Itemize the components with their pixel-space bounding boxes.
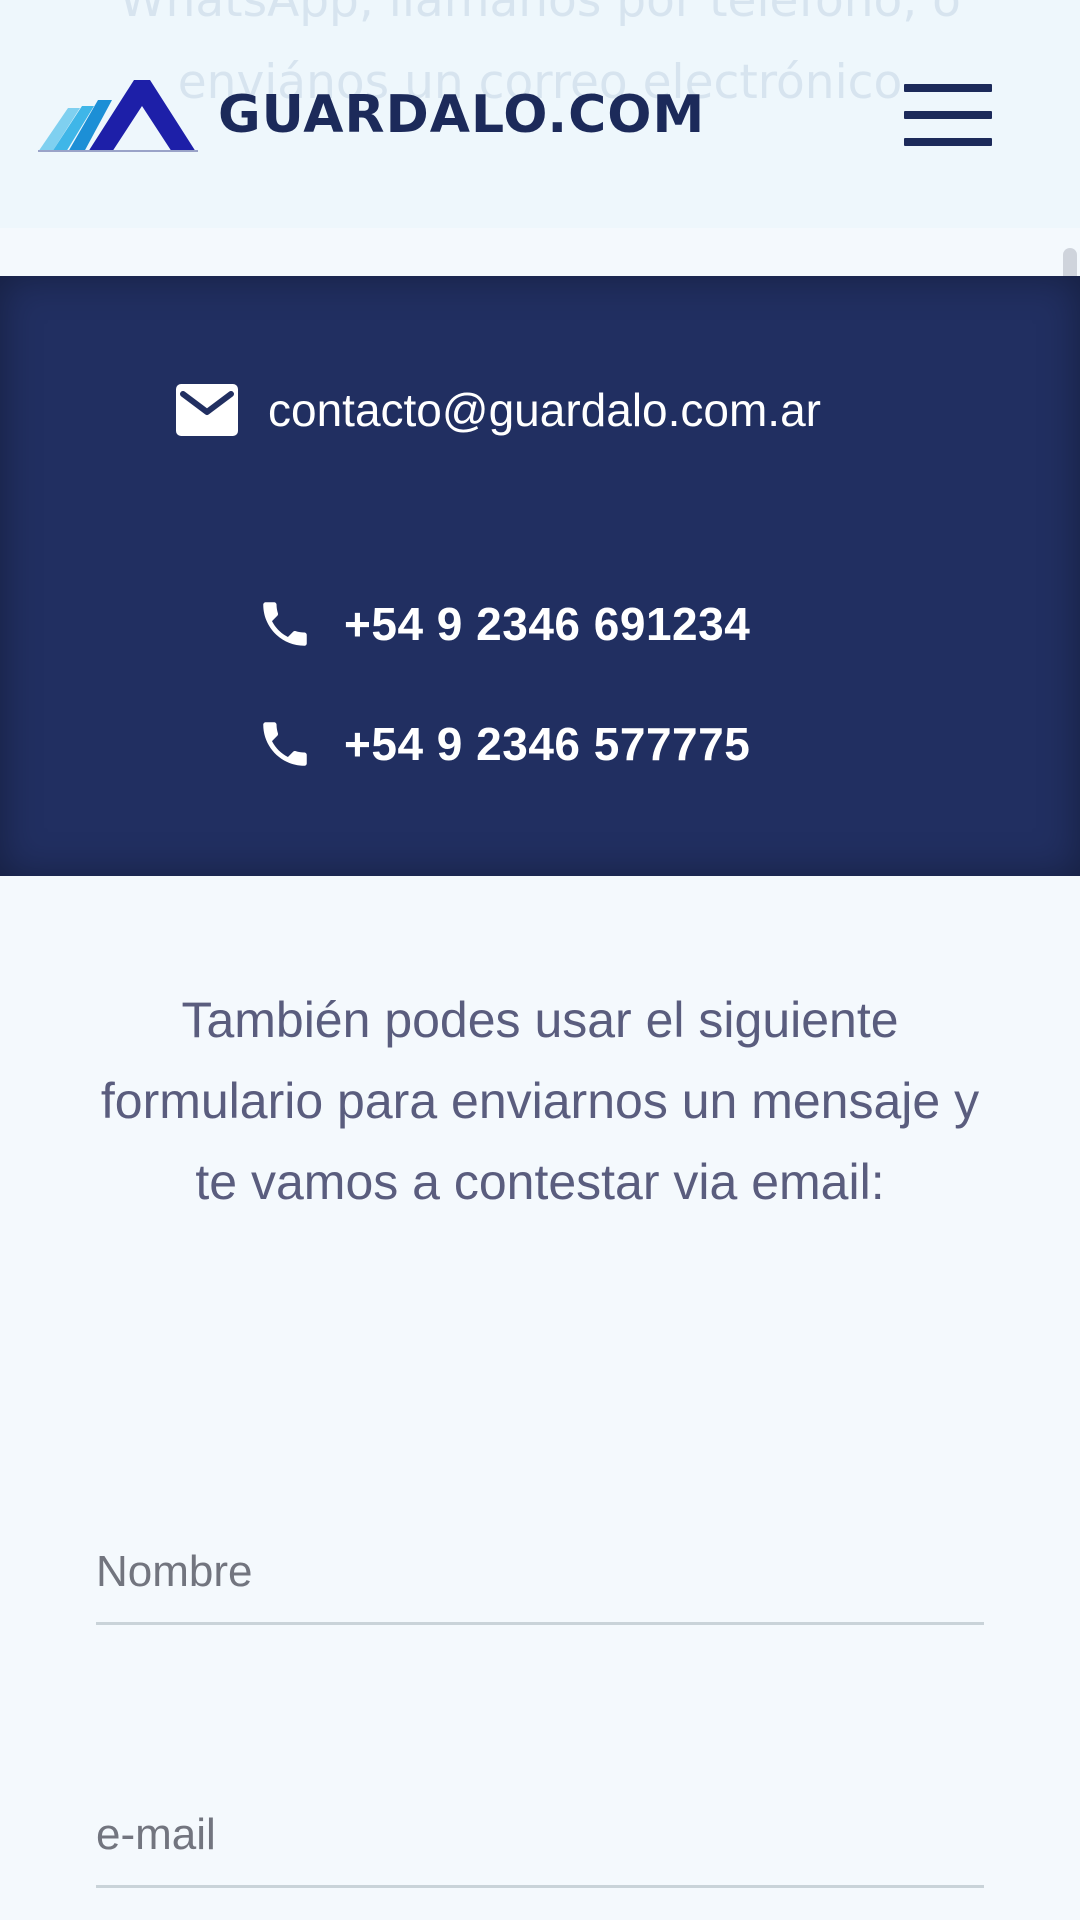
form-intro-text: También podes usar el siguiente formular… bbox=[100, 992, 980, 1210]
menu-button[interactable] bbox=[900, 80, 996, 150]
phone-number: +54 9 2346 691234 bbox=[344, 598, 751, 650]
phone-icon bbox=[263, 602, 307, 646]
contact-panel: contacto@guardalo.com.ar +54 9 2346 6912… bbox=[0, 276, 1080, 876]
hamburger-menu-icon bbox=[904, 84, 992, 92]
phone-number: +54 9 2346 577775 bbox=[344, 718, 751, 770]
email-address: contacto@guardalo.com.ar bbox=[268, 384, 821, 436]
email-field[interactable] bbox=[96, 1785, 984, 1888]
phone-icon bbox=[263, 722, 307, 766]
envelope-icon bbox=[176, 384, 238, 436]
hamburger-bar bbox=[904, 111, 992, 119]
mountain-logo-icon[interactable] bbox=[38, 78, 198, 152]
phone-contact-1[interactable]: +54 9 2346 691234 bbox=[256, 594, 750, 654]
site-header: GUARDALO.COM bbox=[0, 0, 1080, 228]
name-field[interactable] bbox=[96, 1522, 984, 1625]
brand-name[interactable]: GUARDALO.COM bbox=[218, 80, 705, 150]
hamburger-bar bbox=[904, 138, 992, 146]
email-contact[interactable]: contacto@guardalo.com.ar bbox=[176, 380, 821, 440]
phone-contact-2[interactable]: +54 9 2346 577775 bbox=[256, 714, 750, 774]
